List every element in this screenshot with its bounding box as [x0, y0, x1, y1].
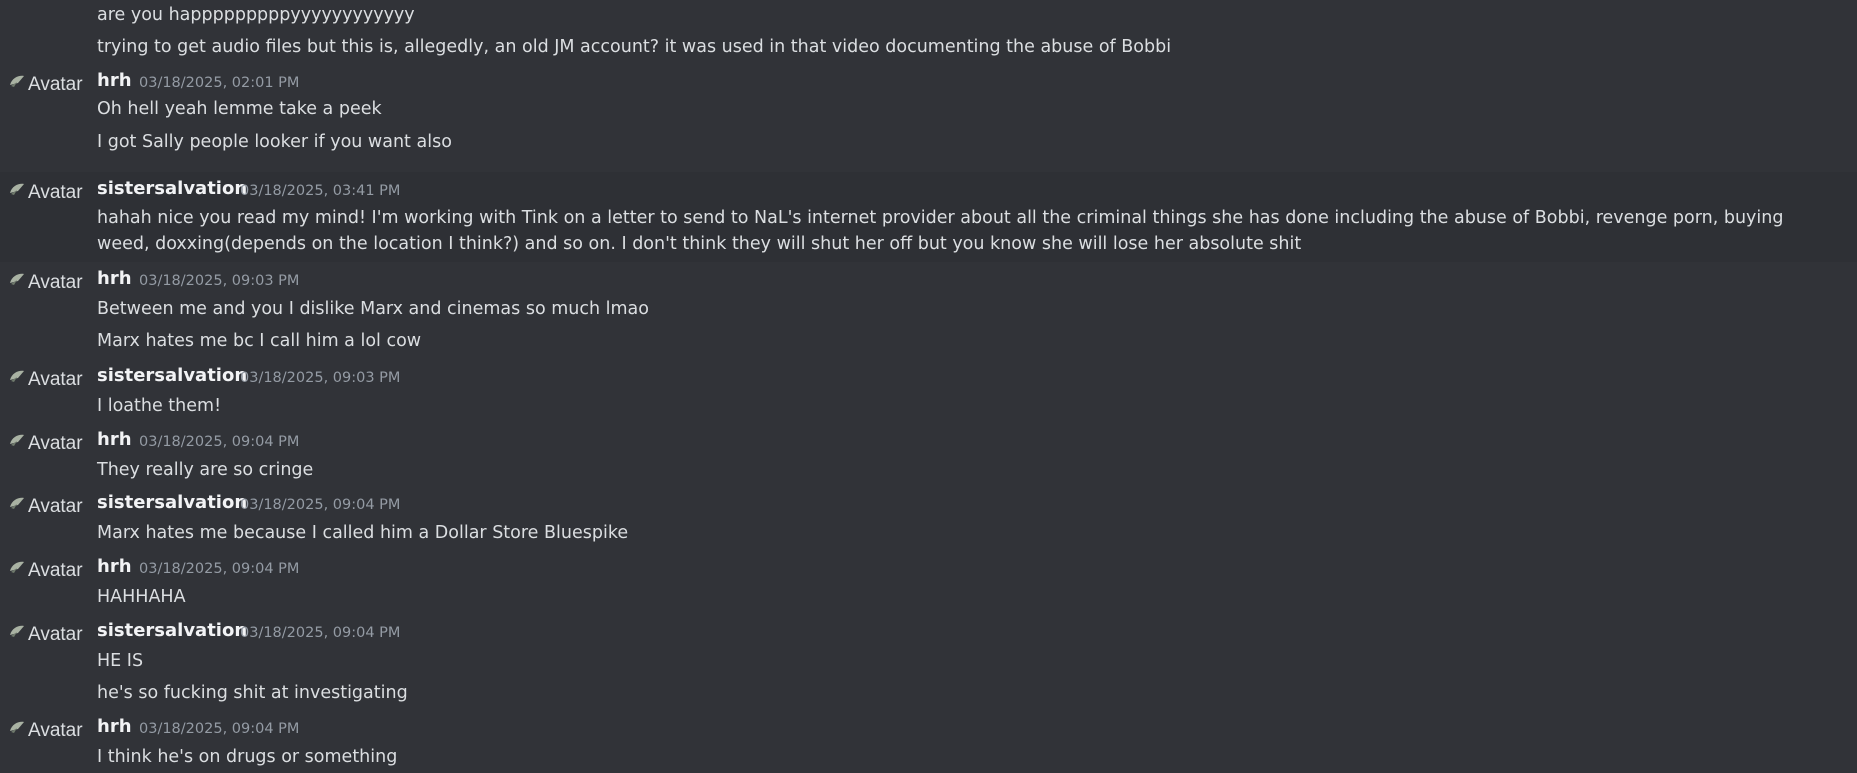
avatar[interactable]: Avatar [8, 74, 90, 96]
chat-log: are you happpppppppyyyyyyyyyyyy trying t… [0, 0, 1857, 773]
message-text: HAHHAHA [97, 587, 186, 607]
message-text: hahah nice you read my mind! I'm working… [97, 208, 1784, 254]
timestamp: 03/18/2025, 09:04 PM [240, 497, 401, 513]
message-text: Marx hates me bc I call him a lol cow [97, 331, 422, 351]
username[interactable]: hrh [97, 716, 132, 738]
avatar[interactable]: Avatar [8, 369, 90, 391]
username[interactable]: hrh [97, 70, 132, 92]
username[interactable]: hrh [97, 268, 132, 290]
avatar-alt-text: Avatar [28, 433, 83, 454]
username[interactable]: hrh [97, 429, 132, 451]
avatar-alt-text: Avatar [28, 182, 83, 203]
message-text: HE IS [97, 651, 144, 671]
timestamp: 03/18/2025, 09:04 PM [139, 561, 300, 577]
message-text: Between me and you I dislike Marx and ci… [97, 299, 649, 319]
timestamp: 03/18/2025, 09:04 PM [240, 625, 401, 641]
avatar[interactable]: Avatar [8, 272, 90, 294]
message-text: I loathe them! [97, 396, 222, 416]
message-text: he's so fucking shit at investigating [97, 683, 408, 703]
message-group: Avatar hrh 03/18/2025, 09:04 PM I think … [0, 716, 1857, 773]
broken-image-icon [8, 559, 26, 575]
message-text: They really are so cringe [97, 460, 314, 480]
avatar[interactable]: Avatar [8, 560, 90, 582]
timestamp: 03/18/2025, 09:04 PM [139, 721, 300, 737]
broken-image-icon [8, 495, 26, 511]
timestamp: 03/18/2025, 09:04 PM [139, 434, 300, 450]
timestamp: 03/18/2025, 09:03 PM [139, 273, 300, 289]
message-group: Avatar hrh 03/18/2025, 09:04 PM They rea… [0, 429, 1857, 489]
timestamp: 03/18/2025, 03:41 PM [240, 183, 401, 199]
message-group: Avatar sistersalvation 03/18/2025, 09:04… [0, 620, 1857, 710]
message-group: Avatar hrh 03/18/2025, 09:03 PM Between … [0, 268, 1857, 358]
avatar[interactable]: Avatar [8, 624, 90, 646]
message-text: trying to get audio files but this is, a… [97, 37, 1172, 57]
avatar-alt-text: Avatar [28, 272, 83, 293]
message-group: are you happpppppppyyyyyyyyyyyy trying t… [0, 0, 1857, 60]
message-text: I think he's on drugs or something [97, 747, 398, 767]
avatar[interactable]: Avatar [8, 720, 90, 742]
username[interactable]: sistersalvation [97, 620, 247, 642]
message-group: Avatar hrh 03/18/2025, 09:04 PM HAHHAHA [0, 556, 1857, 616]
broken-image-icon [8, 73, 26, 89]
avatar[interactable]: Avatar [8, 433, 90, 455]
timestamp: 03/18/2025, 09:03 PM [240, 370, 401, 386]
avatar-alt-text: Avatar [28, 496, 83, 517]
broken-image-icon [8, 181, 26, 197]
broken-image-icon [8, 432, 26, 448]
message-text: I got Sally people looker if you want al… [97, 132, 452, 152]
broken-image-icon [8, 368, 26, 384]
avatar[interactable]: Avatar [8, 496, 90, 518]
message-group: Avatar sistersalvation 03/18/2025, 03:41… [0, 172, 1857, 262]
timestamp: 03/18/2025, 02:01 PM [139, 75, 300, 91]
avatar-alt-text: Avatar [28, 624, 83, 645]
avatar[interactable]: Avatar [8, 182, 90, 204]
broken-image-icon [8, 271, 26, 287]
avatar-alt-text: Avatar [28, 560, 83, 581]
message-text: are you happpppppppyyyyyyyyyyyy [97, 5, 415, 25]
message-text: Marx hates me because I called him a Dol… [97, 523, 629, 543]
broken-image-icon [8, 623, 26, 639]
avatar-alt-text: Avatar [28, 74, 83, 95]
message-text: Oh hell yeah lemme take a peek [97, 99, 382, 119]
username[interactable]: sistersalvation [97, 492, 247, 514]
username[interactable]: sistersalvation [97, 365, 247, 387]
username[interactable]: sistersalvation [97, 178, 247, 200]
avatar-alt-text: Avatar [28, 720, 83, 741]
broken-image-icon [8, 719, 26, 735]
username[interactable]: hrh [97, 556, 132, 578]
message-group: Avatar sistersalvation 03/18/2025, 09:04… [0, 492, 1857, 552]
message-group: Avatar hrh 03/18/2025, 02:01 PM Oh hell … [0, 60, 1857, 170]
message-group: Avatar sistersalvation 03/18/2025, 09:03… [0, 365, 1857, 425]
avatar-alt-text: Avatar [28, 369, 83, 390]
